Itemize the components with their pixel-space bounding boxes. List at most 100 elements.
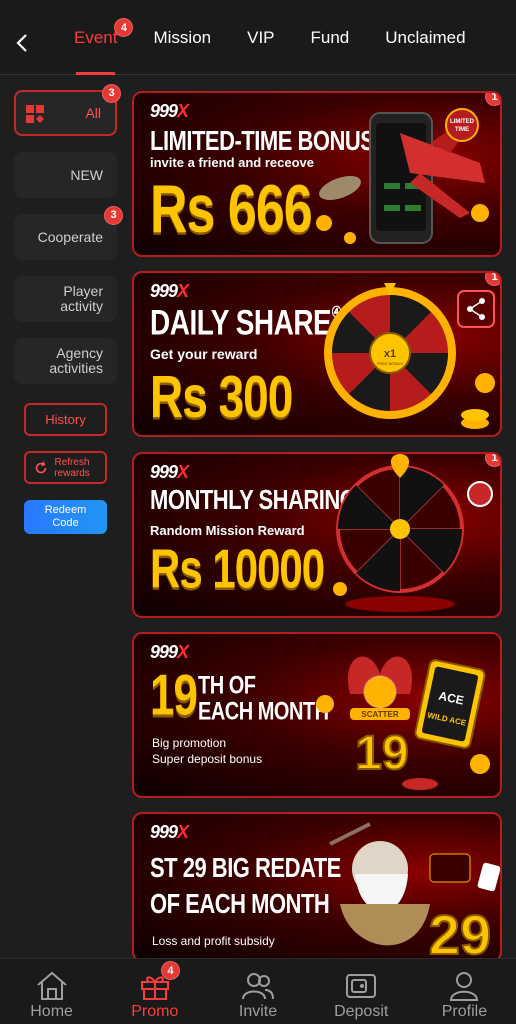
notification-badge: 3	[102, 84, 121, 103]
sidebar-item-label: All	[85, 104, 101, 121]
lucky-wheel-illustration	[333, 454, 493, 612]
banner-subtitle: invite a friend and receove	[150, 155, 315, 170]
banner-title-line1: TH OF	[198, 672, 256, 700]
logo-accent: X	[177, 822, 189, 842]
notification-badge: 4	[114, 18, 134, 37]
refresh-rewards-button[interactable]: Refresh rewards	[24, 451, 107, 484]
nav-deposit[interactable]: Deposit	[310, 959, 413, 1024]
chevron-left-icon	[16, 34, 27, 52]
tab-event[interactable]: Event 4	[56, 0, 135, 75]
home-icon	[36, 971, 67, 1000]
nav-label: Profile	[441, 1003, 488, 1020]
banner-title-number: 19	[150, 664, 198, 728]
brand-logo: 999X	[150, 281, 189, 302]
banner-subtitle: Random Mission Reward	[150, 523, 305, 538]
tab-vip[interactable]: VIP	[229, 0, 292, 75]
nav-label: Home	[30, 1003, 73, 1020]
promo-banner-monthly-sharing[interactable]: 1 999X MONTHLY SHARING Random Mission Re…	[132, 452, 502, 618]
logo-accent: X	[177, 642, 189, 662]
nav-profile[interactable]: Profile	[413, 959, 516, 1024]
sidebar-item-all[interactable]: All 3	[14, 84, 121, 136]
banner-title-line2: EACH MONTH	[198, 698, 329, 726]
art-number: 29	[429, 903, 491, 962]
banner-amount: Rs 666	[150, 172, 313, 248]
banner-line1: Loss and profit subsidy	[152, 934, 275, 948]
tabs: Event 4 Mission VIP Fund Unclaimed	[56, 0, 516, 75]
sidebar-item-label: Player activity	[60, 283, 103, 314]
prize-wheel-illustration: x1 FREE BONUS	[324, 283, 495, 429]
notification-badge: 4	[160, 961, 180, 980]
nav-label: Promo	[131, 1003, 179, 1020]
tab-mission[interactable]: Mission	[135, 0, 229, 75]
invite-icon	[242, 973, 274, 1000]
brand-logo: 999X	[150, 822, 189, 843]
tab-fund[interactable]: Fund	[293, 0, 368, 75]
back-button[interactable]	[8, 26, 36, 60]
nav-promo[interactable]: 4 Promo	[103, 959, 206, 1024]
tab-label: Event	[74, 27, 118, 47]
notification-badge: 1	[485, 93, 500, 106]
plane-phone-illustration: LIMITED TIME	[316, 108, 489, 244]
tab-label: Fund	[310, 27, 350, 47]
logo-text: 999	[150, 822, 178, 842]
banner-title-line2: OF EACH MONTH	[150, 888, 330, 920]
svg-text:TIME: TIME	[455, 127, 469, 133]
zeus-illustration: 29	[329, 822, 500, 962]
logo-text: 999	[150, 642, 178, 662]
scatter-ace-illustration: SCATTER 19 ACE WILD ACE	[316, 656, 490, 790]
notification-badge: 1	[485, 454, 500, 467]
logo-accent: X	[177, 101, 189, 121]
notification-badge: 1	[485, 273, 500, 286]
brand-logo: 999X	[150, 101, 189, 122]
brand-logo: 999X	[150, 462, 189, 483]
banner-subtitle: Get your reward	[150, 346, 258, 362]
nav-label: Invite	[238, 1003, 278, 1020]
promo-banner-19th-of-month[interactable]: 999X 19 TH OF EACH MONTH Big promotion S…	[132, 632, 502, 798]
sidebar-item-new[interactable]: NEW	[14, 152, 117, 198]
brand-logo: 999X	[150, 642, 189, 663]
logo-accent: X	[177, 462, 189, 482]
sidebar-item-label: NEW	[70, 166, 103, 183]
grid-icon	[26, 105, 44, 123]
banner-title-text: DAILY SHARE	[150, 303, 332, 342]
notification-badge: 3	[104, 206, 123, 225]
promo-banner-29th-of-month[interactable]: 999X ST 29 BIG REDATE OF EACH MONTH Loss…	[132, 812, 502, 962]
nav-label: Deposit	[334, 1003, 389, 1020]
tab-unclaimed[interactable]: Unclaimed	[367, 0, 483, 75]
wheel-center-value: x1	[384, 348, 396, 360]
promo-banner-daily-share[interactable]: 1 999X DAILY SHARE④ Get your reward Rs 3…	[132, 271, 502, 437]
redeem-code-button[interactable]: Redeem Code	[24, 500, 107, 534]
logo-text: 999	[150, 281, 178, 301]
sidebar-item-agency-activities[interactable]: Agency activities	[14, 338, 117, 384]
art-number: 19	[355, 727, 408, 780]
bottom-nav: Home 4 Promo Invite Deposit Profile	[0, 958, 516, 1024]
logo-text: 999	[150, 462, 178, 482]
history-label: History	[45, 412, 86, 427]
wallet-icon	[346, 974, 377, 998]
sidebar-item-label: Agency activities	[49, 345, 103, 376]
nav-invite[interactable]: Invite	[206, 959, 309, 1024]
promo-banner-limited-time-bonus[interactable]: 1 999X LIMITED-TIME BONUS invite a frien…	[132, 91, 502, 257]
logo-text: 999	[150, 101, 178, 121]
history-button[interactable]: History	[24, 403, 107, 436]
sidebar-item-cooperate[interactable]: Cooperate 3	[14, 206, 123, 260]
sidebar-item-player-activity[interactable]: Player activity	[14, 276, 117, 322]
refresh-icon	[35, 461, 47, 474]
profile-icon	[450, 972, 479, 1001]
sidebar-item-label: Cooperate	[37, 228, 103, 245]
tab-label: Unclaimed	[385, 27, 466, 47]
nav-home[interactable]: Home	[0, 959, 103, 1024]
scatter-label: SCATTER	[361, 710, 398, 719]
top-tab-bar: Event 4 Mission VIP Fund Unclaimed	[0, 0, 516, 75]
banner-line2: Super deposit bonus	[152, 752, 263, 766]
tab-label: Mission	[153, 27, 212, 47]
banner-amount: Rs 300	[150, 362, 293, 430]
banner-amount: Rs 10000	[150, 538, 325, 600]
banner-line1: Big promotion	[152, 736, 227, 750]
sidebar: All 3 NEW Cooperate 3 Player activity Ag…	[0, 76, 124, 958]
refresh-label: Refresh rewards	[54, 456, 90, 479]
redeem-label: Redeem Code	[44, 504, 87, 529]
logo-accent: X	[177, 281, 189, 301]
tab-label: VIP	[247, 27, 275, 47]
svg-text:LIMITED: LIMITED	[450, 119, 475, 125]
